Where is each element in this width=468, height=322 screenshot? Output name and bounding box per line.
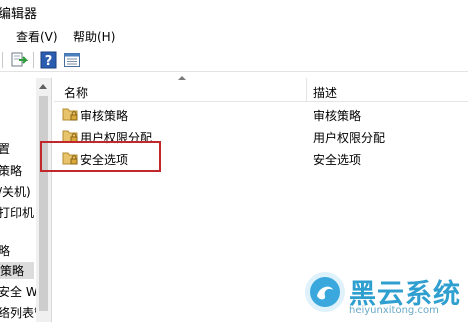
menu-view[interactable]: 查看(V) xyxy=(16,28,58,45)
policy-name: 审核策略 xyxy=(80,109,129,123)
highlight-box xyxy=(40,141,161,172)
title-bar: 编辑器 xyxy=(0,0,468,24)
toolbar: ? xyxy=(0,48,468,72)
policy-description: 安全选项 xyxy=(313,153,362,167)
scroll-up-arrow-icon[interactable] xyxy=(39,84,47,89)
column-header-description[interactable]: 描述 xyxy=(313,84,337,101)
help-icon[interactable]: ? xyxy=(40,51,58,69)
tree-scrollbar[interactable] xyxy=(36,78,51,322)
window-title: 编辑器 xyxy=(0,7,38,22)
local-security-policy-window: 编辑器 查看(V) 帮助(H) ? 策略 /关机) 打印机 策略 安全 Wi 络… xyxy=(0,0,468,322)
tree-item[interactable]: /关机) xyxy=(0,183,31,200)
tree-item[interactable]: 略 xyxy=(0,242,10,259)
list-header: 名称 描述 xyxy=(54,76,468,102)
svg-text:?: ? xyxy=(45,54,53,69)
export-icon[interactable] xyxy=(10,51,29,69)
menu-bar: 查看(V) 帮助(H) xyxy=(0,26,468,46)
menu-help[interactable]: 帮助(H) xyxy=(73,28,115,45)
column-header-name[interactable]: 名称 xyxy=(64,84,88,101)
scroll-thumb[interactable] xyxy=(39,96,48,311)
policy-description: 用户权限分配 xyxy=(313,131,386,145)
tree-item-selected[interactable]: 策略 xyxy=(0,262,34,279)
toolbar-separator xyxy=(33,52,34,68)
policy-row-audit[interactable]: 审核策略 审核策略 xyxy=(54,103,468,125)
watermark-site: heiyunxitong.com xyxy=(349,305,439,316)
watermark: 黑云系统 heiyunxitong.com xyxy=(303,268,468,322)
tree-item[interactable]: 置 xyxy=(0,140,10,157)
tree-item[interactable]: 打印机 xyxy=(0,204,34,221)
policy-folder-icon xyxy=(62,106,80,122)
tree-item[interactable]: 策略 xyxy=(0,162,22,179)
toolbar-separator xyxy=(2,52,3,68)
brand-logo-icon xyxy=(303,270,347,314)
sort-ascending-icon xyxy=(178,76,186,80)
tree-item[interactable]: 安全 Wi xyxy=(0,283,41,300)
column-divider[interactable] xyxy=(306,78,307,102)
policy-description: 审核策略 xyxy=(313,109,362,123)
properties-icon[interactable] xyxy=(63,51,81,69)
